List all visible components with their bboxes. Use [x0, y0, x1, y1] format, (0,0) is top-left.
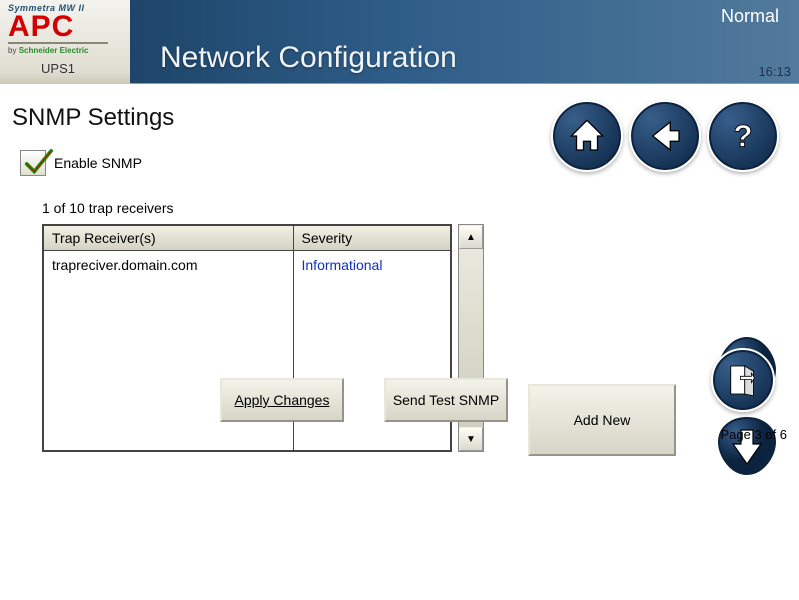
arrow-left-icon [644, 115, 686, 157]
exit-icon [722, 359, 764, 401]
back-button[interactable] [629, 100, 701, 172]
enable-snmp-label: Enable SNMP [54, 155, 142, 171]
cell-severity: Informational [302, 257, 383, 273]
column-header-receiver[interactable]: Trap Receiver(s) [43, 225, 293, 251]
arrow-down-icon [715, 414, 779, 478]
home-icon [566, 115, 608, 157]
status-indicator: Normal [721, 6, 779, 27]
scroll-down-button[interactable]: ▼ [459, 427, 483, 451]
home-button[interactable] [551, 100, 623, 172]
brand-logo: APC [8, 13, 108, 44]
brand-logo-area: Symmetra MW II APC by Schneider Electric… [0, 0, 130, 84]
exit-button-area [711, 348, 775, 412]
footer-buttons: Apply Changes Send Test SNMP [220, 378, 508, 422]
brand-byline: by Schneider Electric [8, 46, 130, 55]
column-header-severity[interactable]: Severity [293, 225, 451, 251]
enable-snmp-checkbox[interactable] [20, 150, 46, 176]
clock: 16:13 [758, 64, 791, 79]
app-header: Symmetra MW II APC by Schneider Electric… [0, 0, 799, 84]
receiver-count: 1 of 10 trap receivers [42, 200, 779, 216]
apply-changes-button[interactable]: Apply Changes [220, 378, 344, 422]
scroll-up-button[interactable]: ▲ [459, 225, 483, 249]
svg-text:?: ? [733, 118, 752, 154]
question-icon: ? [722, 115, 764, 157]
page-down-button[interactable] [715, 414, 779, 478]
send-test-snmp-button[interactable]: Send Test SNMP [384, 378, 508, 422]
add-new-button[interactable]: Add New [528, 384, 676, 456]
device-name: UPS1 [8, 61, 108, 76]
page-indicator: Page 3 of 6 [721, 427, 788, 442]
exit-button[interactable] [711, 348, 775, 412]
check-icon [23, 149, 53, 179]
help-button[interactable]: ? [707, 100, 779, 172]
page-title: Network Configuration [160, 41, 457, 75]
nav-icon-bar: ? [551, 100, 779, 172]
